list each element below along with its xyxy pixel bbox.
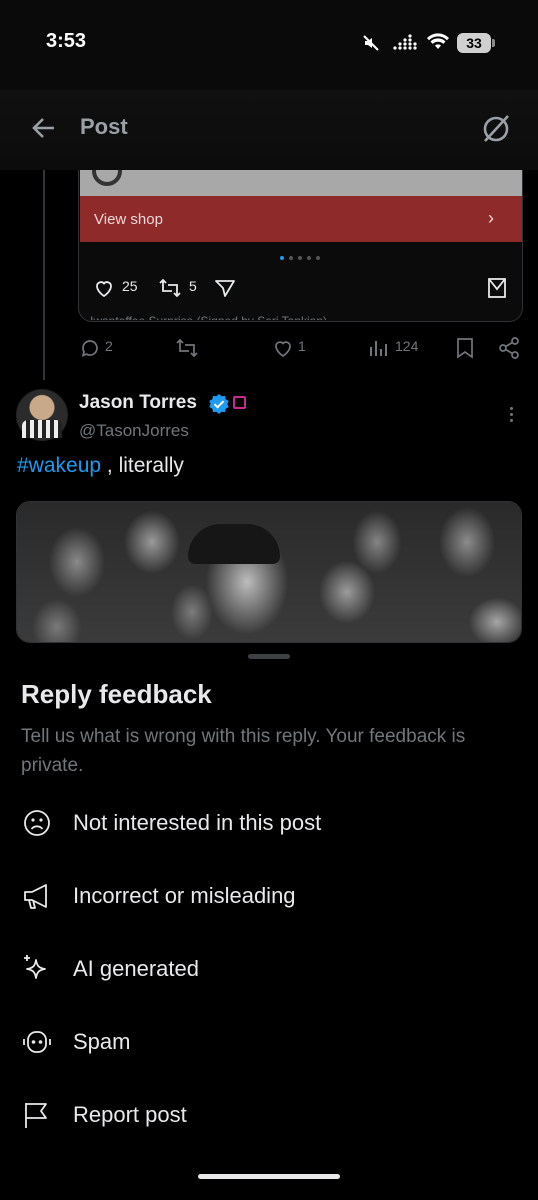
battery-indicator: 33 <box>457 33 491 53</box>
option-ai-generated[interactable]: AI generated <box>73 956 199 982</box>
author-name[interactable]: Jason Torres <box>79 392 197 414</box>
mute-icon <box>362 34 380 57</box>
view-shop-label: View shop <box>94 211 163 228</box>
author-handle: @TasonJorres <box>79 421 189 440</box>
wifi-icon <box>426 33 450 56</box>
battery-tip <box>492 39 495 47</box>
cellular-signal-icon <box>392 33 418 56</box>
option-not-interested[interactable]: Not interested in this post <box>73 810 321 836</box>
back-arrow-icon[interactable] <box>30 114 58 147</box>
card-repost-count: 5 <box>189 278 197 294</box>
tweet-text-rest: , literally <box>101 454 184 477</box>
views-icon[interactable] <box>368 338 388 363</box>
media-subject <box>188 524 280 564</box>
card-like-icon[interactable] <box>92 276 116 305</box>
option-spam[interactable]: Spam <box>73 1029 130 1055</box>
share-icon[interactable] <box>497 336 521 365</box>
sheet-grabber[interactable] <box>248 654 290 659</box>
chevron-right-icon: › <box>488 208 494 228</box>
tweet-text: #wakeup , literally <box>17 454 184 478</box>
sad-face-icon <box>20 806 54 840</box>
like-icon[interactable] <box>271 337 295 364</box>
views-count: 124 <box>395 338 419 354</box>
sheet-title: Reply feedback <box>21 679 212 709</box>
affiliate-badge-icon <box>233 396 246 409</box>
status-time: 3:53 <box>46 30 87 52</box>
reply-icon[interactable] <box>79 337 101 364</box>
option-incorrect-misleading[interactable]: Incorrect or misleading <box>73 883 296 909</box>
bookmark-icon[interactable] <box>455 337 475 364</box>
tweet-media[interactable] <box>16 501 522 643</box>
card-caption-clipped: Iwantoffee Surprise (Signed by Serj Tank… <box>90 314 510 320</box>
verified-badge-icon <box>208 393 230 420</box>
card-repost-icon[interactable] <box>158 277 182 304</box>
thread-line <box>43 170 45 380</box>
sparkle-icon <box>20 952 54 986</box>
megaphone-icon <box>20 879 54 913</box>
grok-icon[interactable] <box>480 112 512 149</box>
home-indicator[interactable] <box>198 1174 340 1179</box>
card-like-count: 25 <box>122 278 138 294</box>
carousel-dots <box>280 256 320 260</box>
card-share-icon[interactable] <box>213 277 237 304</box>
card-bookmark-icon[interactable] <box>486 276 508 305</box>
sheet-subtitle: Tell us what is wrong with this reply. Y… <box>21 726 466 776</box>
avatar-shirt <box>22 420 62 438</box>
page-title: Post <box>80 114 128 139</box>
robot-icon <box>20 1025 54 1059</box>
reply-count: 2 <box>105 338 113 354</box>
more-options-icon[interactable] <box>510 407 513 422</box>
like-count: 1 <box>298 338 306 354</box>
option-report-post[interactable]: Report post <box>73 1102 187 1128</box>
repost-icon[interactable] <box>175 337 199 364</box>
hashtag-link[interactable]: #wakeup <box>17 454 101 477</box>
flag-icon <box>20 1098 54 1132</box>
